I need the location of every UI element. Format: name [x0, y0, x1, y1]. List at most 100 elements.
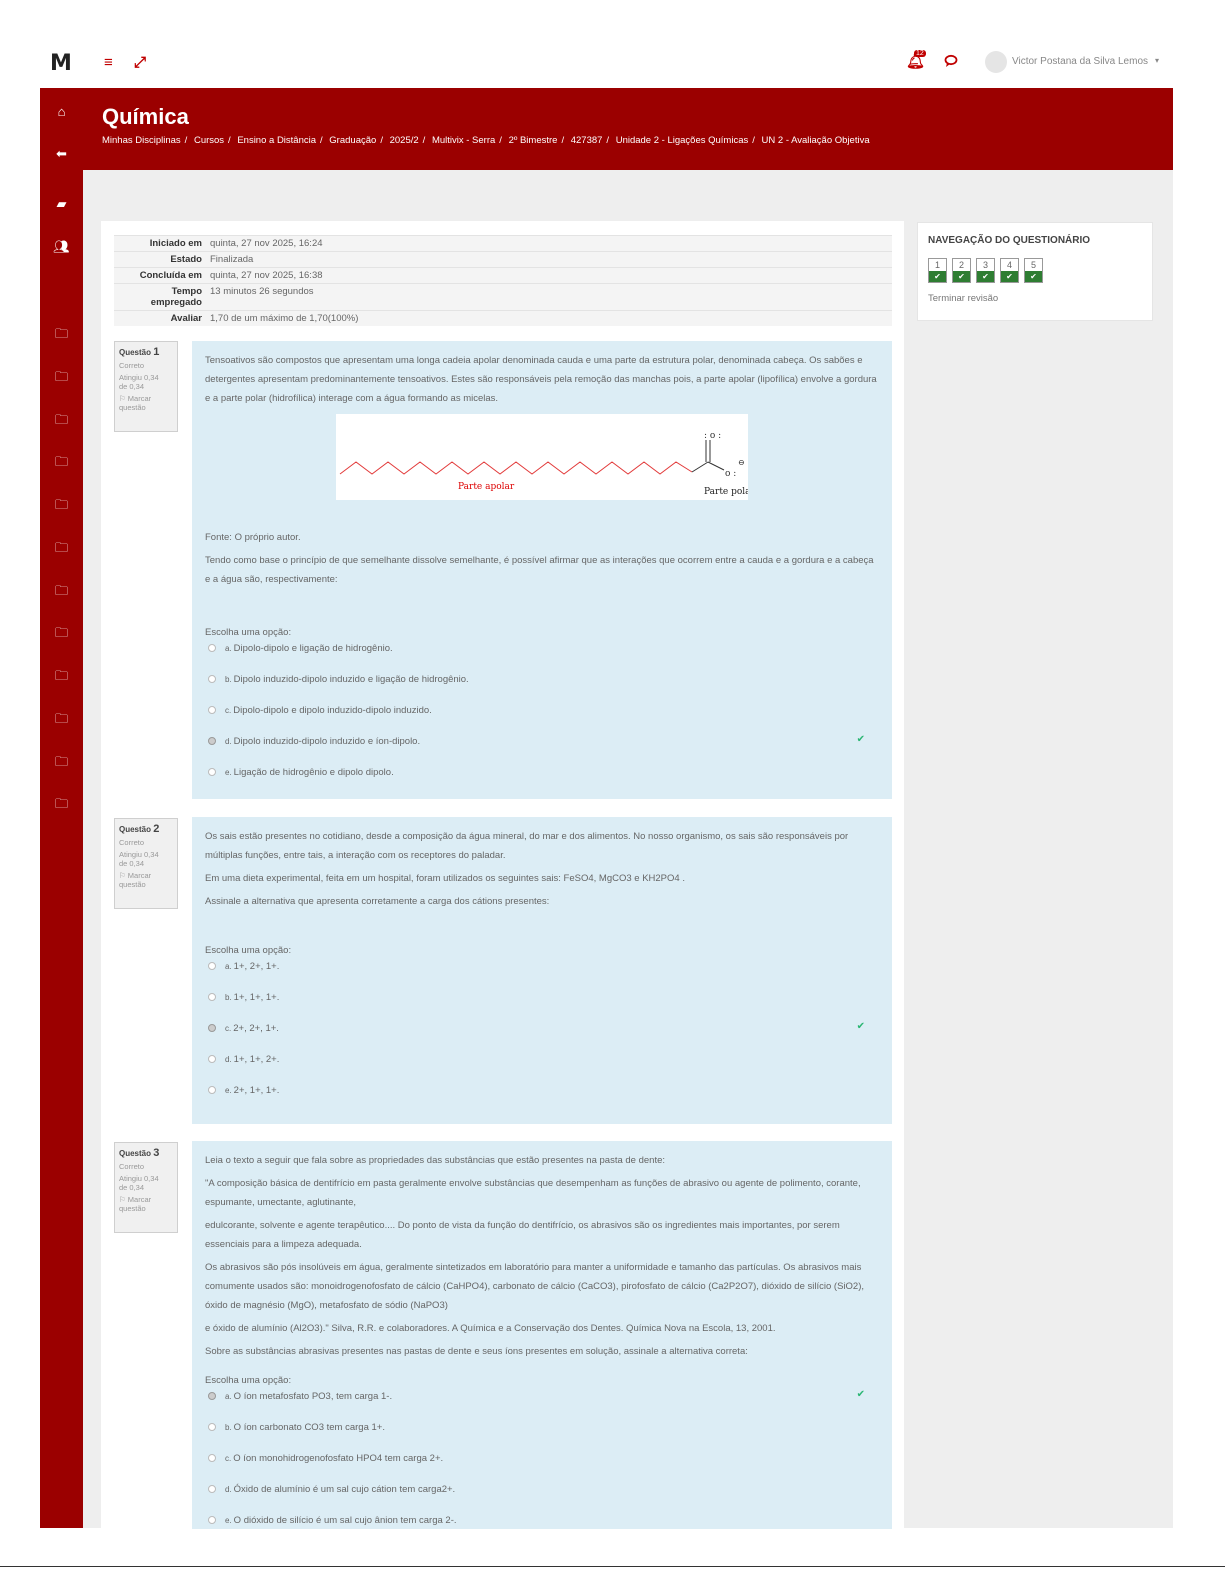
folder-icon[interactable]: 🗀: [40, 325, 83, 347]
radio-button[interactable]: [208, 962, 216, 970]
radio-button[interactable]: [208, 1423, 216, 1431]
option-text: 1+, 1+, 1+.: [233, 992, 280, 1003]
answer-option-b[interactable]: b. O íon carbonato CO3 tem carga 1+.: [205, 1421, 879, 1452]
answer-option-b[interactable]: b. Dipolo induzido-dipolo induzido e liga…: [205, 673, 879, 704]
folder-icon[interactable]: 🗀: [40, 710, 83, 732]
question-number: Questão 3: [119, 1147, 173, 1159]
answer-option-d[interactable]: d. Dipolo induzido-dipolo induzido e íon-…: [205, 734, 879, 766]
radio-button[interactable]: [208, 1086, 216, 1094]
answer-option-e[interactable]: e. O dióxido de silício é um sal cujo âni…: [205, 1514, 879, 1545]
question-text: Tensoativos são compostos que apresentam…: [205, 355, 877, 404]
svg-text:o :: o :: [725, 469, 736, 479]
quiz-nav-button-3[interactable]: 3 ✔: [976, 258, 995, 283]
summary-label: Estado: [114, 251, 206, 268]
answer-option-a[interactable]: a. Dipolo-dipolo e ligação de hidrogênio.: [205, 642, 879, 673]
book-icon[interactable]: ▰: [40, 196, 83, 212]
radio-button[interactable]: [208, 1055, 216, 1063]
flag-question-link[interactable]: ⚐ Marcar questão: [119, 871, 173, 889]
radio-button-selected[interactable]: [208, 737, 216, 745]
question-label: Questão: [119, 1149, 152, 1158]
quiz-nav-button-1[interactable]: 1 ✔: [928, 258, 947, 283]
summary-label: Iniciado em: [114, 235, 206, 252]
folder-icon[interactable]: 🗀: [40, 582, 83, 604]
answer-option-c[interactable]: c. O íon monohidrogenofosfato HPO4 tem ca…: [205, 1452, 879, 1483]
folder-icon[interactable]: 🗀: [40, 667, 83, 689]
radio-button[interactable]: [208, 706, 216, 714]
quiz-nav-button-4[interactable]: 4 ✔: [1000, 258, 1019, 283]
finish-review-link[interactable]: Terminar revisão: [928, 293, 998, 304]
folder-icon[interactable]: 🗀: [40, 496, 83, 518]
radio-button[interactable]: [208, 1485, 216, 1493]
answer-option-a[interactable]: a. O íon metafosfato PO3, tem carga 1-. ✔: [205, 1389, 879, 1421]
radio-button[interactable]: [208, 768, 216, 776]
breadcrumb-item[interactable]: Ensino a Distância: [237, 135, 316, 146]
summary-label-line: Tempo: [171, 286, 202, 297]
user-menu-caret-icon[interactable]: ▾: [1155, 56, 1159, 65]
summary-row: Concluída em quinta, 27 nov 2025, 16:38: [114, 267, 892, 284]
label-apolar: Parte apolar: [458, 482, 515, 492]
breadcrumb-item[interactable]: 427387: [571, 135, 603, 146]
flag-line: questão: [119, 880, 146, 889]
question-index: 1: [153, 346, 160, 358]
question-text: Sobre as substâncias abrasivas presentes…: [205, 1346, 748, 1357]
breadcrumb-item[interactable]: Unidade 2 - Ligações Químicas: [616, 135, 749, 146]
folder-icon[interactable]: 🗀: [40, 753, 83, 775]
folder-icon[interactable]: 🗀: [40, 624, 83, 646]
site-logo[interactable]: M: [50, 51, 72, 76]
question-grade: Atingiu 0,34 de 0,34: [119, 850, 173, 868]
breadcrumb-item[interactable]: 2º Bimestre: [509, 135, 558, 146]
summary-label: Tempo empregado: [114, 283, 206, 311]
user-avatar[interactable]: [985, 51, 1007, 73]
folder-icon[interactable]: 🗀: [40, 453, 83, 475]
breadcrumb-item[interactable]: 2025/2: [390, 135, 419, 146]
menu-icon[interactable]: ≡: [104, 54, 113, 71]
radio-button[interactable]: [208, 1454, 216, 1462]
answer-option-d[interactable]: d. Óxido de alumínio é um sal cujo cátion…: [205, 1483, 879, 1514]
option-letter: b.: [225, 993, 232, 1002]
arrow-left-icon[interactable]: ⬅: [40, 146, 83, 162]
answer-option-c[interactable]: c. 2+, 2+, 1+. ✔: [205, 1021, 879, 1053]
flag-question-link[interactable]: ⚐ Marcar questão: [119, 1195, 173, 1213]
flag-question-link[interactable]: ⚐ Marcar questão: [119, 394, 173, 412]
chat-icon[interactable]: [944, 54, 958, 72]
quiz-nav-button-2[interactable]: 2 ✔: [952, 258, 971, 283]
option-text: O íon carbonato CO3 tem carga 1+.: [233, 1422, 385, 1433]
answer-option-d[interactable]: d. 1+, 1+, 2+.: [205, 1053, 879, 1084]
answer-option-a[interactable]: a. 1+, 2+, 1+.: [205, 960, 879, 991]
option-letter: c.: [225, 706, 232, 715]
home-icon[interactable]: ⌂: [40, 104, 83, 119]
answer-options: a. O íon metafosfato PO3, tem carga 1-. ✔ …: [205, 1389, 879, 1545]
question-text: e óxido de alumínio (Al2O3)." Silva, R.R…: [205, 1323, 776, 1334]
answer-option-c[interactable]: c. Dipolo-dipolo e dipolo induzido-dipolo…: [205, 704, 879, 735]
user-name[interactable]: Victor Postana da Silva Lemos: [1012, 56, 1148, 67]
radio-button[interactable]: [208, 644, 216, 652]
breadcrumb-item[interactable]: Graduação: [329, 135, 376, 146]
radio-button[interactable]: [208, 675, 216, 683]
flag-line: ⚐ Marcar: [119, 394, 152, 403]
quiz-nav-button-5[interactable]: 5 ✔: [1024, 258, 1043, 283]
answer-option-b[interactable]: b. 1+, 1+, 1+.: [205, 991, 879, 1022]
option-text: O dióxido de silício é um sal cujo ânion…: [233, 1515, 457, 1526]
folder-icon[interactable]: 🗀: [40, 795, 83, 817]
radio-button-selected[interactable]: [208, 1024, 216, 1032]
option-text: O íon metafosfato PO3, tem carga 1-.: [233, 1391, 393, 1402]
users-icon[interactable]: 👥︎: [40, 239, 83, 255]
option-text: Dipolo induzido-dipolo induzido e ligaçã…: [233, 674, 469, 685]
radio-button[interactable]: [208, 993, 216, 1001]
breadcrumb-item[interactable]: UN 2 - Avaliação Objetiva: [762, 135, 870, 146]
radio-button-selected[interactable]: [208, 1392, 216, 1400]
folder-icon[interactable]: 🗀: [40, 368, 83, 390]
folder-icon[interactable]: 🗀: [40, 539, 83, 561]
question-content-1: Tensoativos são compostos que apresentam…: [192, 341, 892, 799]
breadcrumb-item[interactable]: Minhas Disciplinas: [102, 135, 181, 146]
question-label: Questão: [119, 825, 152, 834]
breadcrumb-item[interactable]: Multivix - Serra: [432, 135, 495, 146]
breadcrumb-item[interactable]: Cursos: [194, 135, 224, 146]
radio-button[interactable]: [208, 1516, 216, 1524]
expand-icon[interactable]: ⤢: [134, 54, 146, 71]
answer-option-e[interactable]: e. Ligação de hidrogênio e dipolo dipolo.: [205, 766, 879, 797]
course-header: Química Minhas Disciplinas / Cursos / Ensi…: [83, 88, 1173, 170]
summary-value: quinta, 27 nov 2025, 16:38: [206, 267, 892, 284]
answer-option-e[interactable]: e. 2+, 1+, 1+.: [205, 1084, 879, 1115]
folder-icon[interactable]: 🗀: [40, 411, 83, 433]
